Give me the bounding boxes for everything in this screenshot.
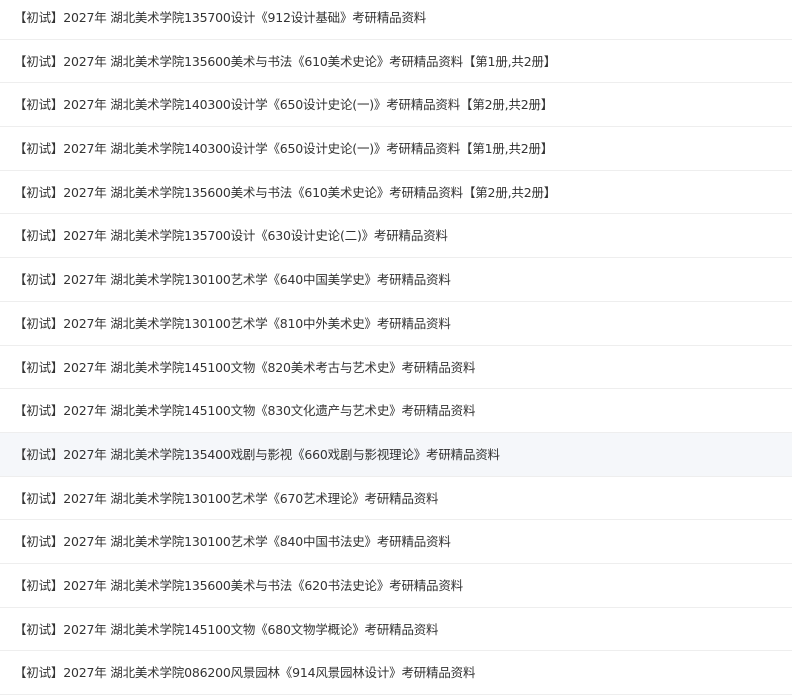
list-item[interactable]: 【初试】2027年 湖北美术学院145100文物《820美术考古与艺术史》考研精…: [0, 346, 792, 390]
list-item[interactable]: 【初试】2027年 湖北美术学院135600美术与书法《610美术史论》考研精品…: [0, 40, 792, 84]
list-item-title[interactable]: 【初试】2027年 湖北美术学院135700设计《912设计基础》考研精品资料: [14, 0, 426, 39]
list-item-title[interactable]: 【初试】2027年 湖北美术学院145100文物《830文化遗产与艺术史》考研精…: [14, 389, 475, 432]
list-item[interactable]: 【初试】2027年 湖北美术学院130100艺术学《670艺术理论》考研精品资料: [0, 477, 792, 521]
list-item-title[interactable]: 【初试】2027年 湖北美术学院135600美术与书法《620书法史论》考研精品…: [14, 564, 463, 607]
list-item-title[interactable]: 【初试】2027年 湖北美术学院130100艺术学《840中国书法史》考研精品资…: [14, 520, 451, 563]
list-item[interactable]: 【初试】2027年 湖北美术学院135700设计《912设计基础》考研精品资料: [0, 0, 792, 40]
list-item[interactable]: 【初试】2027年 湖北美术学院140300设计学《650设计史论(一)》考研精…: [0, 83, 792, 128]
list-item-title[interactable]: 【初试】2027年 湖北美术学院145100文物《680文物学概论》考研精品资料: [14, 608, 439, 651]
list-item-title[interactable]: 【初试】2027年 湖北美术学院145100文物《820美术考古与艺术史》考研精…: [14, 346, 475, 389]
list-item[interactable]: 【初试】2027年 湖北美术学院130100艺术学《840中国书法史》考研精品资…: [0, 520, 792, 564]
list-item[interactable]: 【初试】2027年 湖北美术学院145100文物《680文物学概论》考研精品资料: [0, 608, 792, 652]
list-item[interactable]: 【初试】2027年 湖北美术学院145100文物《830文化遗产与艺术史》考研精…: [0, 389, 792, 433]
list-item-title[interactable]: 【初试】2027年 湖北美术学院130100艺术学《810中外美术史》考研精品资…: [14, 302, 451, 345]
list-item-title[interactable]: 【初试】2027年 湖北美术学院140300设计学《650设计史论(一)》考研精…: [14, 127, 553, 170]
product-list: 【初试】2027年 湖北美术学院135700设计《912设计基础》考研精品资料 …: [0, 0, 792, 695]
list-item[interactable]: 【初试】2027年 湖北美术学院130100艺术学《640中国美学史》考研精品资…: [0, 258, 792, 302]
list-item-title[interactable]: 【初试】2027年 湖北美术学院140300设计学《650设计史论(一)》考研精…: [14, 83, 553, 126]
list-item-title[interactable]: 【初试】2027年 湖北美术学院086200风景园林《914风景园林设计》考研精…: [14, 651, 475, 694]
list-item[interactable]: 【初试】2027年 湖北美术学院135600美术与书法《610美术史论》考研精品…: [0, 171, 792, 215]
list-item[interactable]: 【初试】2027年 湖北美术学院135700设计《630设计史论(二)》考研精品…: [0, 214, 792, 259]
list-item[interactable]: 【初试】2027年 湖北美术学院130100艺术学《810中外美术史》考研精品资…: [0, 302, 792, 346]
list-item-title[interactable]: 【初试】2027年 湖北美术学院135600美术与书法《610美术史论》考研精品…: [14, 40, 556, 83]
list-item-title[interactable]: 【初试】2027年 湖北美术学院130100艺术学《670艺术理论》考研精品资料: [14, 477, 439, 520]
list-item-title[interactable]: 【初试】2027年 湖北美术学院135400戏剧与影视《660戏剧与影视理论》考…: [14, 433, 500, 476]
list-item-title[interactable]: 【初试】2027年 湖北美术学院130100艺术学《640中国美学史》考研精品资…: [14, 258, 451, 301]
list-item[interactable]: 【初试】2027年 湖北美术学院086200风景园林《914风景园林设计》考研精…: [0, 651, 792, 695]
list-item-hovered[interactable]: 【初试】2027年 湖北美术学院135400戏剧与影视《660戏剧与影视理论》考…: [0, 432, 792, 477]
list-item-title[interactable]: 【初试】2027年 湖北美术学院135700设计《630设计史论(二)》考研精品…: [14, 214, 448, 257]
list-item[interactable]: 【初试】2027年 湖北美术学院140300设计学《650设计史论(一)》考研精…: [0, 127, 792, 171]
list-item-title[interactable]: 【初试】2027年 湖北美术学院135600美术与书法《610美术史论》考研精品…: [14, 171, 556, 214]
list-item[interactable]: 【初试】2027年 湖北美术学院135600美术与书法《620书法史论》考研精品…: [0, 564, 792, 608]
